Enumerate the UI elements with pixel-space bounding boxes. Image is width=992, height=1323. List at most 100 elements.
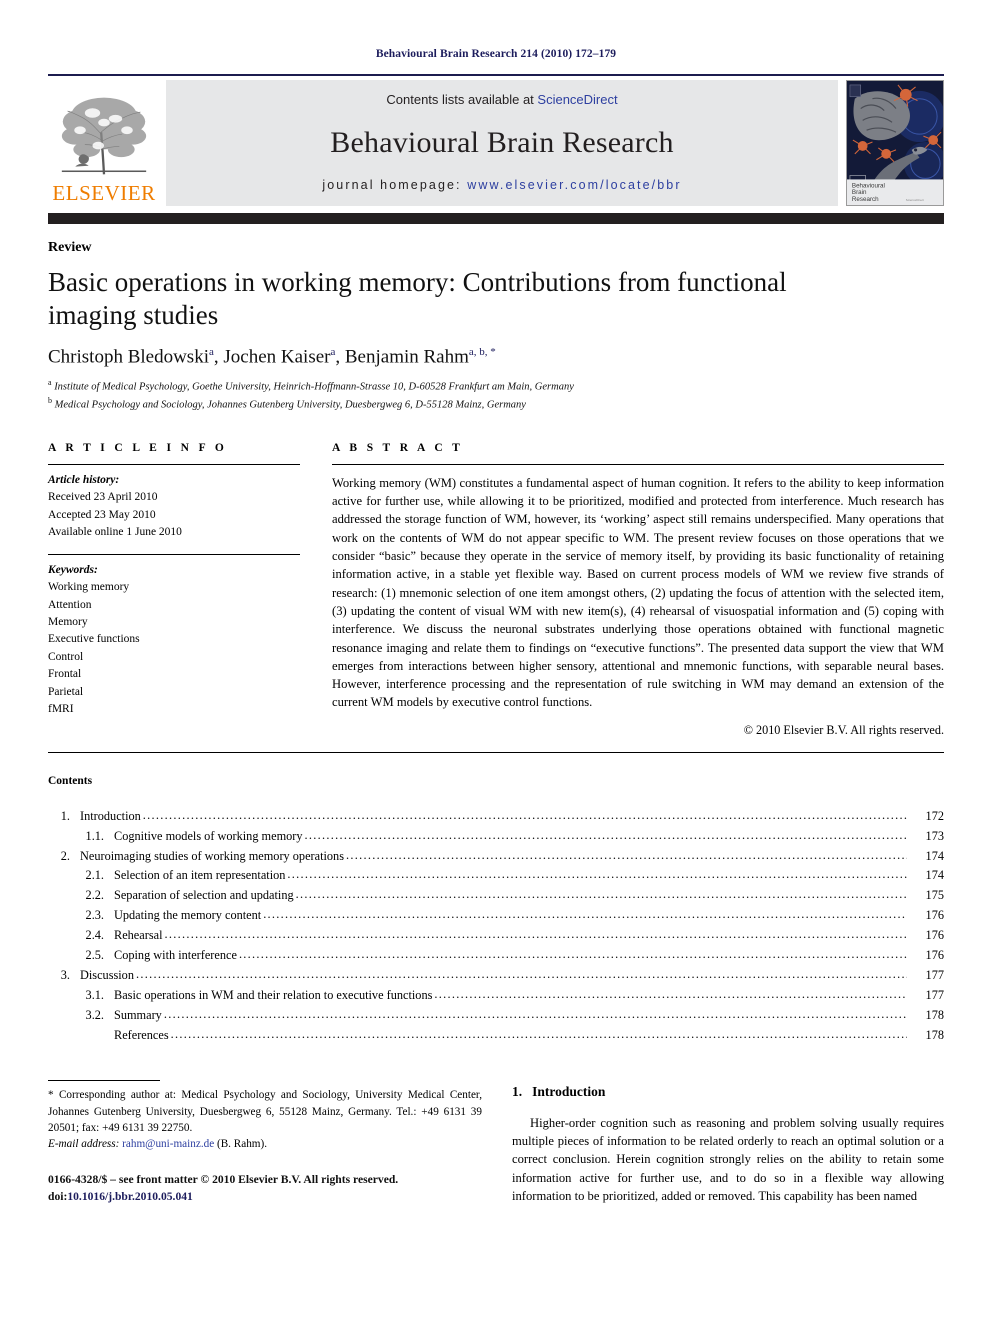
article-type: Review <box>48 240 92 255</box>
toc-label: Cognitive models of working memory <box>114 828 303 843</box>
introduction-title: Introduction <box>532 1083 606 1099</box>
toc-number: 1. <box>60 808 70 823</box>
author-list: Christoph Bledowskia, Jochen Kaisera, Be… <box>48 345 496 368</box>
affiliation-item: a Institute of Medical Psychology, Goeth… <box>48 377 944 395</box>
toc-label: Separation of selection and updating <box>114 888 294 903</box>
toc-number: 3. <box>60 968 70 983</box>
toc-page: 175 <box>925 888 944 903</box>
keywords-block: Keywords: Working memory Attention Memor… <box>48 562 300 719</box>
toc-number: 2.5. <box>85 948 104 963</box>
article-info-heading: A R T I C L E I N F O <box>48 441 228 454</box>
elsevier-tree-icon <box>56 90 152 182</box>
toc-entry[interactable]: 2.2. Separation of selection and updatin… <box>48 886 944 906</box>
email-address-label: E-mail address: <box>48 1138 120 1151</box>
history-item: Accepted 23 May 2010 <box>48 508 156 521</box>
keyword-item: Working memory <box>48 581 130 594</box>
toc-entry[interactable]: 2. Neuroimaging studies of working memor… <box>48 847 944 867</box>
toc-label: References <box>114 1027 169 1042</box>
table-of-contents: 1. Introduction ........................… <box>48 807 944 1046</box>
toc-entry[interactable]: 2.1. Selection of an item representation… <box>48 866 944 886</box>
toc-label: Coping with interference <box>114 948 237 963</box>
elsevier-wordmark: ELSEVIER <box>52 181 156 205</box>
cover-title-line3: Research <box>852 196 879 203</box>
toc-leader: ........................................… <box>346 847 907 862</box>
toc-entry[interactable]: 1. Introduction ........................… <box>48 807 944 827</box>
toc-leader: ........................................… <box>263 907 907 922</box>
sciencedirect-link[interactable]: ScienceDirect <box>537 92 617 107</box>
keyword-item: fMRI <box>48 703 74 716</box>
article-info-column: A R T I C L E I N F O Article history: R… <box>48 442 300 738</box>
history-item: Received 23 April 2010 <box>48 491 158 504</box>
affiliation-list: a Institute of Medical Psychology, Goeth… <box>48 377 944 414</box>
issn-line: 0166-4328/$ – see front matter © 2010 El… <box>48 1172 399 1186</box>
introduction-heading: 1. Introduction <box>512 1084 944 1100</box>
toc-label: Introduction <box>80 808 141 823</box>
toc-entry[interactable]: 2.4. Rehearsal .........................… <box>48 926 944 946</box>
toc-label: Discussion <box>80 968 134 983</box>
toc-page: 177 <box>925 987 944 1002</box>
toc-entry[interactable]: 2.3. Updating the memory content .......… <box>48 906 944 926</box>
affiliation-text: Institute of Medical Psychology, Goethe … <box>54 381 574 393</box>
journal-homepage-url[interactable]: www.elsevier.com/locate/bbr <box>467 178 681 192</box>
toc-page: 172 <box>925 808 944 823</box>
toc-page: 178 <box>925 1027 944 1042</box>
doi-line[interactable]: doi:10.1016/j.bbr.2010.05.041 <box>48 1188 482 1205</box>
keyword-item: Attention <box>48 598 92 611</box>
author-name: Benjamin Rahm <box>344 346 469 368</box>
toc-leader: ........................................… <box>304 827 907 842</box>
toc-leader: ........................................… <box>163 1006 907 1021</box>
toc-page: 176 <box>925 948 944 963</box>
article-history-label: Article history: <box>48 473 120 486</box>
affiliation-marker: a <box>48 378 52 388</box>
corresponding-author-note: * Corresponding author at: Medical Psych… <box>48 1087 482 1152</box>
imprint-block: 0166-4328/$ – see front matter © 2010 El… <box>48 1171 482 1206</box>
affiliation-marker: b <box>48 396 52 406</box>
article-history-block: Article history: Received 23 April 2010 … <box>48 472 300 542</box>
toc-page: 176 <box>925 928 944 943</box>
toc-entry[interactable]: 2.5. Coping with interference ..........… <box>48 946 944 966</box>
journal-masthead: ELSEVIER Contents lists available at Sci… <box>48 80 944 206</box>
affiliation-text: Medical Psychology and Sociology, Johann… <box>54 399 526 411</box>
journal-cover-thumbnail: Behavioural Brain Research ScienceDirect <box>846 80 944 206</box>
toc-page: 176 <box>925 908 944 923</box>
toc-entry[interactable]: 3.2. Summary ...........................… <box>48 1006 944 1026</box>
toc-number: 2. <box>60 848 70 863</box>
toc-number: 2.1. <box>85 868 104 883</box>
keyword-item: Executive functions <box>48 633 140 646</box>
introduction-number: 1. <box>512 1083 523 1099</box>
journal-title: Behavioural Brain Research <box>330 125 674 159</box>
toc-leader: ........................................… <box>170 1026 907 1041</box>
toc-entry[interactable]: 3. Discussion ..........................… <box>48 966 944 986</box>
article-title: Basic operations in working memory: Cont… <box>48 267 787 330</box>
contents-available-text: Contents lists available at <box>386 92 538 107</box>
toc-leader: ........................................… <box>142 807 907 822</box>
keyword-item: Parietal <box>48 685 84 698</box>
contents-heading: Contents <box>48 774 93 787</box>
abstract-heading: A B S T R A C T <box>332 441 464 454</box>
toc-label: Selection of an item representation <box>114 868 286 883</box>
toc-number: 2.4. <box>85 928 104 943</box>
toc-label: Summary <box>114 1007 162 1022</box>
doi-value[interactable]: 10.1016/j.bbr.2010.05.041 <box>67 1190 193 1203</box>
introduction-paragraph: Higher-order cognition such as reasoning… <box>512 1115 944 1204</box>
toc-label: Basic operations in WM and their relatio… <box>114 987 433 1002</box>
toc-label: Rehearsal <box>114 928 163 943</box>
toc-entry[interactable]: 1.1. Cognitive models of working memory … <box>48 827 944 847</box>
email-link[interactable]: rahm@uni-mainz.de <box>122 1138 214 1150</box>
toc-label: Updating the memory content <box>114 908 262 923</box>
keywords-label: Keywords: <box>48 563 98 576</box>
toc-number: 1.1. <box>85 828 104 843</box>
article-page: Behavioural Brain Research 214 (2010) 17… <box>0 0 992 1323</box>
right-column: 1. Introduction Higher-order cognition su… <box>512 1084 944 1206</box>
toc-entry[interactable]: 3.1. Basic operations in WM and their re… <box>48 986 944 1006</box>
cover-artwork: Behavioural Brain Research ScienceDirect <box>847 81 943 205</box>
footnote-area: * Corresponding author at: Medical Psych… <box>48 1080 482 1205</box>
svg-text:ScienceDirect: ScienceDirect <box>906 198 924 202</box>
footnote-star: * <box>48 1089 54 1102</box>
toc-entry-references[interactable]: References .............................… <box>48 1026 944 1046</box>
article-info-rule <box>48 463 300 465</box>
author-affil-marker: a <box>330 345 336 358</box>
body-columns: * Corresponding author at: Medical Psych… <box>48 1080 944 1206</box>
abstract-bottom-rule <box>48 751 944 753</box>
abstract-copyright: © 2010 Elsevier B.V. All rights reserved… <box>743 722 944 737</box>
